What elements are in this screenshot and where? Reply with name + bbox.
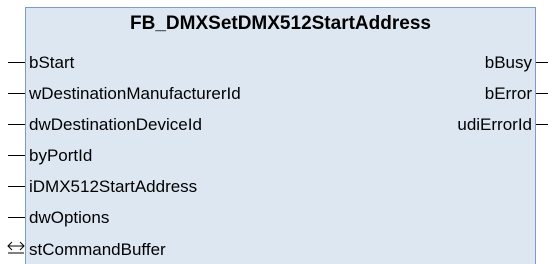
function-block: FB_DMXSetDMX512StartAddress bStart wDest… (25, 7, 536, 264)
input-pin-line-iDMX512StartAddress (8, 186, 25, 187)
output-pin-line-udiErrorId (536, 124, 548, 125)
input-pin-label: bStart (29, 53, 75, 72)
output-pin-label: bError (484, 84, 532, 103)
input-pin-line-dwOptions (8, 217, 25, 218)
block-title: FB_DMXSetDMX512StartAddress (130, 13, 431, 34)
function-block-diagram: FB_DMXSetDMX512StartAddress bStart wDest… (0, 0, 555, 264)
output-pin-line-bBusy (536, 62, 548, 63)
input-pin-label: wDestinationManufacturerId (29, 84, 241, 103)
output-pin-label: udiErrorId (457, 115, 532, 134)
input-pin-line-byPortId (8, 155, 25, 156)
output-pin-line-bError (536, 93, 548, 94)
input-pin-label: dwOptions (29, 208, 110, 227)
input-pin-label: iDMX512StartAddress (29, 177, 198, 196)
input-pin-label: dwDestinationDeviceId (29, 115, 202, 134)
input-pin-label: byPortId (29, 146, 93, 165)
input-pin-line-dwDestinationDeviceId (8, 124, 25, 125)
input-pin-line-wDestinationManufacturerId (8, 93, 25, 94)
input-pin-line-bStart (8, 62, 25, 63)
output-pin-label: bBusy (484, 53, 532, 72)
inout-pin-label: stCommandBuffer (29, 240, 166, 259)
double-arrow-icon (7, 241, 25, 254)
